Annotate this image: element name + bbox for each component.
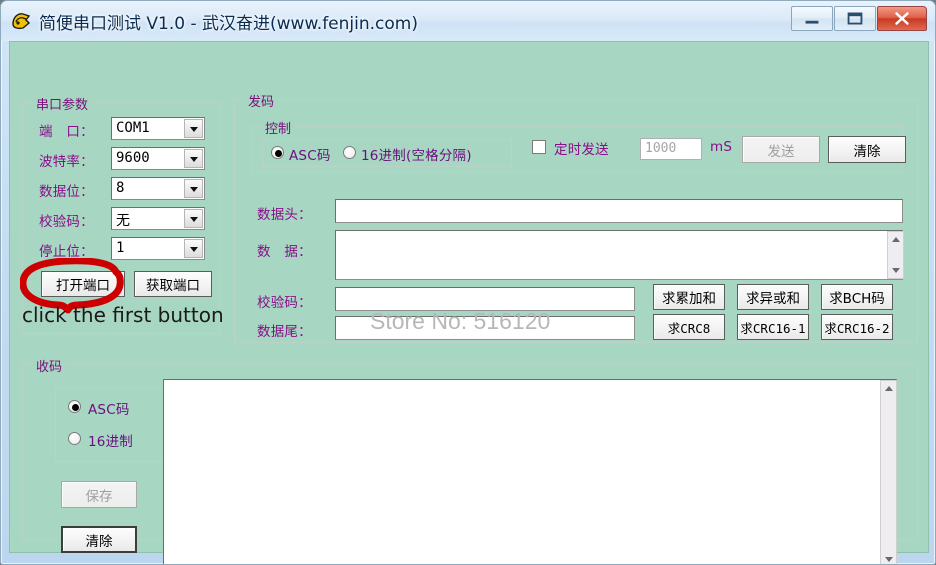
close-button[interactable] xyxy=(877,6,927,31)
annotation-text: click the first button xyxy=(22,303,224,327)
port-combo-value: COM1 xyxy=(116,120,150,136)
send-format-radio-hex[interactable] xyxy=(343,146,356,159)
minimize-button[interactable] xyxy=(791,6,833,31)
checksum-label: 校验码： xyxy=(257,295,312,311)
crc16-2-button[interactable]: 求CRC16-2 xyxy=(821,314,893,340)
receive-group-title: 收码 xyxy=(32,356,67,375)
data-body-textarea[interactable] xyxy=(335,230,903,280)
port-combo[interactable]: COM1 xyxy=(111,117,205,140)
send-format-label-asc: ASC码 xyxy=(289,148,331,164)
timed-send-checkbox[interactable] xyxy=(532,140,546,154)
receive-format-label-hex: 16进制 xyxy=(88,434,133,450)
chevron-down-icon[interactable] xyxy=(184,239,203,258)
databits-label: 数据位： xyxy=(39,184,94,200)
data-body-label: 数 据： xyxy=(257,244,312,260)
parity-label: 校验码： xyxy=(39,214,94,230)
chevron-down-icon[interactable] xyxy=(184,179,203,198)
port-label: 端 口： xyxy=(39,124,94,140)
serial-params-group: 串口参数 端 口： COM1 波特率： 9600 数据位： 8 校验码： 无 停… xyxy=(22,94,220,334)
baud-combo[interactable]: 9600 xyxy=(111,147,205,170)
receive-group: 收码 ASC码 16进制 保存 清除 xyxy=(22,356,918,564)
receive-format-radio-hex[interactable] xyxy=(68,432,81,445)
xor-button[interactable]: 求异或和 xyxy=(737,284,809,310)
send-group: 发码 控制 ASC码 16进制(空格分隔) 定时发送 1000 mS 发送 清除 xyxy=(234,91,918,343)
crc16-1-button[interactable]: 求CRC16-1 xyxy=(737,314,809,340)
serial-params-title: 串口参数 xyxy=(32,94,93,113)
data-tail-input[interactable] xyxy=(335,316,635,340)
send-interval-unit-label: mS xyxy=(710,139,733,155)
receive-format-radio-asc[interactable] xyxy=(68,400,81,413)
chevron-down-icon[interactable] xyxy=(184,149,203,168)
bch-button[interactable]: 求BCH码 xyxy=(821,284,893,310)
send-format-box: ASC码 16进制(空格分隔) xyxy=(262,139,512,167)
receive-format-label-asc: ASC码 xyxy=(88,402,130,418)
parity-combo-value: 无 xyxy=(116,213,130,229)
databits-combo-value: 8 xyxy=(116,180,125,196)
crc8-button[interactable]: 求CRC8 xyxy=(653,314,725,340)
stopbits-combo[interactable]: 1 xyxy=(111,237,205,260)
data-tail-label: 数据尾： xyxy=(257,324,312,340)
receive-clear-button[interactable]: 清除 xyxy=(61,526,137,553)
open-port-button[interactable]: 打开端口 xyxy=(41,271,125,297)
databits-combo[interactable]: 8 xyxy=(111,177,205,200)
title-bar: 简便串口测试 V1.0 - 武汉奋进(www.fenjin.com) xyxy=(1,1,935,41)
receive-save-button[interactable]: 保存 xyxy=(61,481,137,508)
window-title: 简便串口测试 V1.0 - 武汉奋进(www.fenjin.com) xyxy=(39,14,418,34)
maximize-button[interactable] xyxy=(834,6,876,31)
get-port-button[interactable]: 获取端口 xyxy=(134,271,212,297)
stopbits-label: 停止位： xyxy=(39,244,94,260)
scroll-up-icon[interactable] xyxy=(888,232,903,247)
timed-send-label: 定时发送 xyxy=(554,142,609,158)
send-control-group: 控制 ASC码 16进制(空格分隔) 定时发送 1000 mS 发送 清除 xyxy=(251,118,906,172)
send-format-radio-asc[interactable] xyxy=(271,146,284,159)
data-head-label: 数据头： xyxy=(257,207,312,223)
app-icon xyxy=(10,10,32,32)
parity-combo[interactable]: 无 xyxy=(111,207,205,230)
scroll-up-icon[interactable] xyxy=(881,381,896,396)
client-area: 串口参数 端 口： COM1 波特率： 9600 数据位： 8 校验码： 无 停… xyxy=(9,41,929,564)
data-body-scrollbar[interactable] xyxy=(887,231,904,279)
send-button[interactable]: 发送 xyxy=(742,136,820,163)
send-interval-input[interactable]: 1000 xyxy=(640,138,702,160)
scroll-down-icon[interactable] xyxy=(888,263,903,278)
stopbits-combo-value: 1 xyxy=(116,240,125,256)
send-format-label-hex: 16进制(空格分隔) xyxy=(361,148,472,164)
receive-textarea[interactable] xyxy=(163,379,897,564)
sum-button[interactable]: 求累加和 xyxy=(653,284,725,310)
send-clear-button[interactable]: 清除 xyxy=(828,136,906,163)
data-head-input[interactable] xyxy=(335,199,903,223)
chevron-down-icon[interactable] xyxy=(184,119,203,138)
baud-label: 波特率： xyxy=(39,154,94,170)
baud-combo-value: 9600 xyxy=(116,150,150,166)
scroll-down-icon[interactable] xyxy=(881,552,896,564)
receive-format-box: ASC码 16进制 xyxy=(55,387,167,462)
receive-scrollbar[interactable] xyxy=(880,380,897,564)
checksum-input[interactable] xyxy=(335,287,635,311)
chevron-down-icon[interactable] xyxy=(184,209,203,228)
send-group-title: 发码 xyxy=(244,91,279,110)
application-window: 简便串口测试 V1.0 - 武汉奋进(www.fenjin.com) 串口参数 … xyxy=(0,0,936,565)
send-control-title: 控制 xyxy=(261,118,296,137)
